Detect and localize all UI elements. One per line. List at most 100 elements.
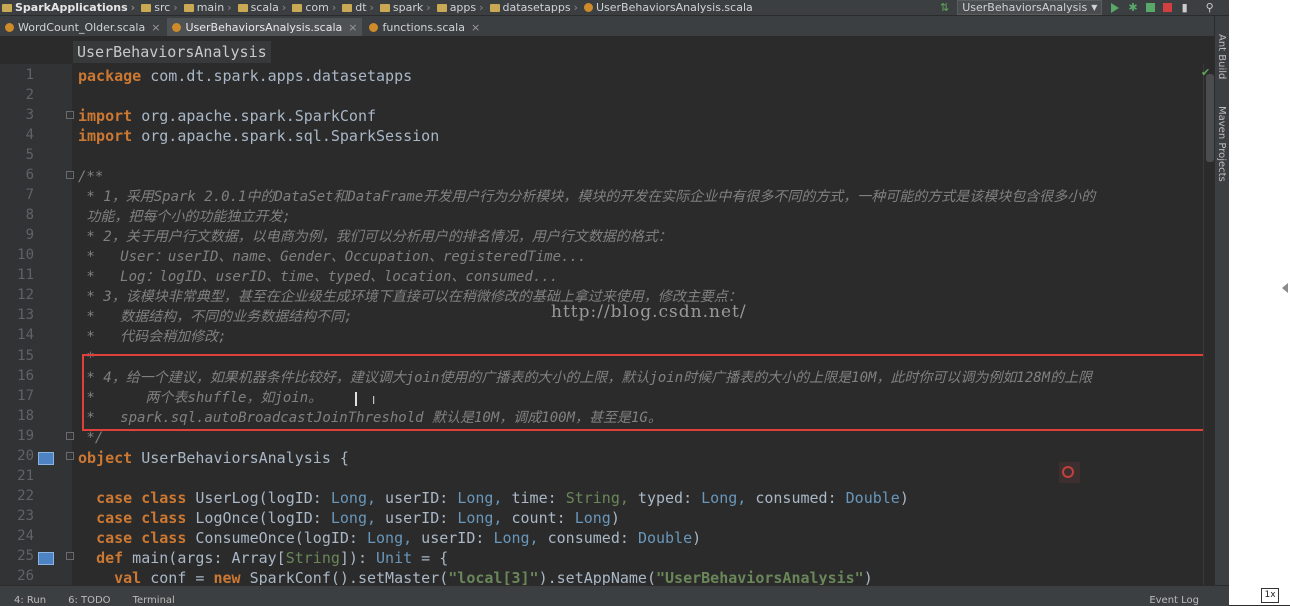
code-line-19: */: [78, 430, 104, 446]
code-line-6: /**: [78, 169, 104, 185]
breadcrumb-scala[interactable]: scala ›: [236, 1, 291, 14]
folder-icon: [379, 3, 390, 12]
line-number: 22: [17, 488, 34, 504]
line-number: 7: [25, 187, 34, 203]
run-object-icon[interactable]: [38, 452, 54, 465]
separator-icon: ›: [479, 1, 484, 14]
line-number-gutter: 1 2 3 4 5 6 7 8 9 10 11 12 13 14 15 16 1…: [0, 64, 74, 585]
fold-icon[interactable]: [66, 452, 74, 460]
separator-icon: ›: [369, 1, 374, 14]
tab-wordcount-older[interactable]: WordCount_Older.scala ×: [0, 18, 165, 36]
line-number: 4: [25, 127, 34, 143]
run-tool-tab[interactable]: 4: Run: [14, 595, 46, 606]
debug-icon[interactable]: ✱: [1128, 1, 1137, 14]
code-line-7: * 1，采用Spark 2.0.1中的DataSet和DataFrame开发用户…: [78, 189, 1096, 205]
event-log-tab[interactable]: Event Log: [1149, 595, 1199, 606]
fold-icon[interactable]: [66, 111, 74, 119]
code-line-14: * 代码会稍加修改;: [78, 329, 227, 345]
folder-icon: [489, 3, 500, 12]
breadcrumb-dt[interactable]: dt ›: [340, 1, 378, 14]
search-icon[interactable]: [1062, 466, 1074, 478]
breadcrumb-project[interactable]: SparkApplications ›: [0, 1, 139, 14]
fold-icon[interactable]: [66, 552, 74, 560]
line-number: 21: [17, 468, 34, 484]
breadcrumb-spark[interactable]: spark ›: [378, 1, 435, 14]
right-tool-sidebar: Ant Build Maven Projects: [1214, 16, 1230, 585]
line-number: 6: [25, 167, 34, 183]
separator-icon: ›: [130, 1, 136, 14]
scala-file-icon: [583, 3, 593, 12]
separator-icon: ›: [281, 1, 287, 14]
line-number: 1: [25, 67, 34, 83]
scala-file-icon: [5, 22, 14, 32]
search-icon[interactable]: ⚲: [1206, 1, 1214, 14]
external-blank-pane: [1229, 0, 1290, 605]
code-line-25: def main(args: Array[String]): Unit = {: [96, 549, 449, 567]
scala-file-icon: [172, 22, 182, 32]
line-number: 26: [17, 568, 34, 584]
mouse-ibeam-cursor-icon: I: [372, 394, 376, 407]
breadcrumb-main[interactable]: main ›: [182, 1, 236, 14]
highlight-annotation-box: [82, 354, 1222, 431]
collapse-arrow-icon[interactable]: [1282, 283, 1288, 293]
watermark-text: http://blog.csdn.net/: [551, 302, 747, 322]
line-number: 12: [17, 287, 34, 303]
line-number: 2: [25, 87, 34, 103]
line-number: 20: [17, 448, 34, 464]
breadcrumb-com[interactable]: com ›: [290, 1, 340, 14]
folder-icon: [2, 3, 12, 12]
line-number: 15: [17, 348, 34, 364]
line-number: 18: [17, 408, 34, 424]
breadcrumb-datasetapps[interactable]: datasetapps ›: [488, 1, 582, 14]
folder-icon: [342, 3, 353, 12]
scala-file-icon: [369, 22, 379, 32]
class-name-header[interactable]: UserBehaviorsAnalysis: [73, 41, 271, 63]
separator-icon: ›: [426, 1, 431, 14]
close-icon[interactable]: ×: [151, 21, 160, 34]
tab-functions[interactable]: functions.scala ×: [364, 18, 485, 36]
line-number: 24: [17, 528, 34, 544]
vcs-icon[interactable]: ▮: [1182, 1, 1188, 14]
maven-projects-tab[interactable]: Maven Projects: [1216, 106, 1227, 182]
run-main-icon[interactable]: [38, 552, 54, 565]
folder-icon: [237, 3, 248, 12]
code-line-10: * User：userID、name、Gender、Occupation、reg…: [78, 249, 587, 265]
folder-icon: [183, 3, 194, 12]
close-icon[interactable]: ×: [348, 21, 357, 34]
close-icon[interactable]: ×: [471, 21, 480, 34]
fold-icon[interactable]: [66, 432, 74, 440]
code-line-22: case class UserLog(logID: Long, userID: …: [96, 489, 909, 507]
breadcrumb-src[interactable]: src ›: [139, 1, 181, 14]
scrollbar-thumb[interactable]: [1206, 74, 1214, 162]
ant-build-tab[interactable]: Ant Build: [1216, 34, 1227, 79]
separator-icon: ›: [227, 1, 232, 14]
breadcrumb-file[interactable]: UserBehaviorsAnalysis.scala: [582, 1, 755, 14]
line-number: 19: [17, 428, 34, 444]
coverage-icon[interactable]: [1145, 3, 1155, 12]
run-icon[interactable]: [1111, 2, 1120, 13]
breadcrumb-apps[interactable]: apps ›: [435, 1, 488, 14]
separator-icon: ›: [331, 1, 337, 14]
code-editor[interactable]: package com.dt.spark.apps.datasetapps im…: [78, 64, 1218, 585]
chevron-down-icon: ▼: [1091, 3, 1098, 12]
build-icon[interactable]: ⇅: [940, 1, 949, 14]
separator-icon: ›: [173, 1, 178, 14]
code-line-24: case class ConsumeOnce(logID: Long, user…: [96, 529, 702, 547]
tab-userbehaviorsanalysis[interactable]: UserBehaviorsAnalysis.scala ×: [167, 18, 363, 36]
editor-tab-bar: WordCount_Older.scala × UserBehaviorsAnal…: [0, 16, 1229, 37]
run-toolbar: ⇅ UserBehaviorsAnalysis ▼ ✱ ▮ ⚲: [940, 0, 1214, 15]
code-line-1: package com.dt.spark.apps.datasetapps: [78, 67, 413, 85]
line-number: 3: [25, 107, 34, 123]
line-number: 5: [25, 147, 34, 163]
fold-icon[interactable]: [66, 171, 74, 179]
inspection-ok-icon[interactable]: ✔: [1201, 66, 1210, 79]
todo-tool-tab[interactable]: 6: TODO: [68, 595, 110, 606]
terminal-tool-tab[interactable]: Terminal: [133, 595, 175, 606]
run-config-select[interactable]: UserBehaviorsAnalysis ▼: [957, 0, 1103, 15]
line-number: 16: [17, 368, 34, 384]
folder-icon: [292, 3, 303, 12]
line-number: 23: [17, 508, 34, 524]
stop-icon[interactable]: [1162, 3, 1172, 12]
line-number: 9: [25, 227, 34, 243]
code-line-26: val conf = new SparkConf().setMaster("lo…: [114, 569, 873, 585]
